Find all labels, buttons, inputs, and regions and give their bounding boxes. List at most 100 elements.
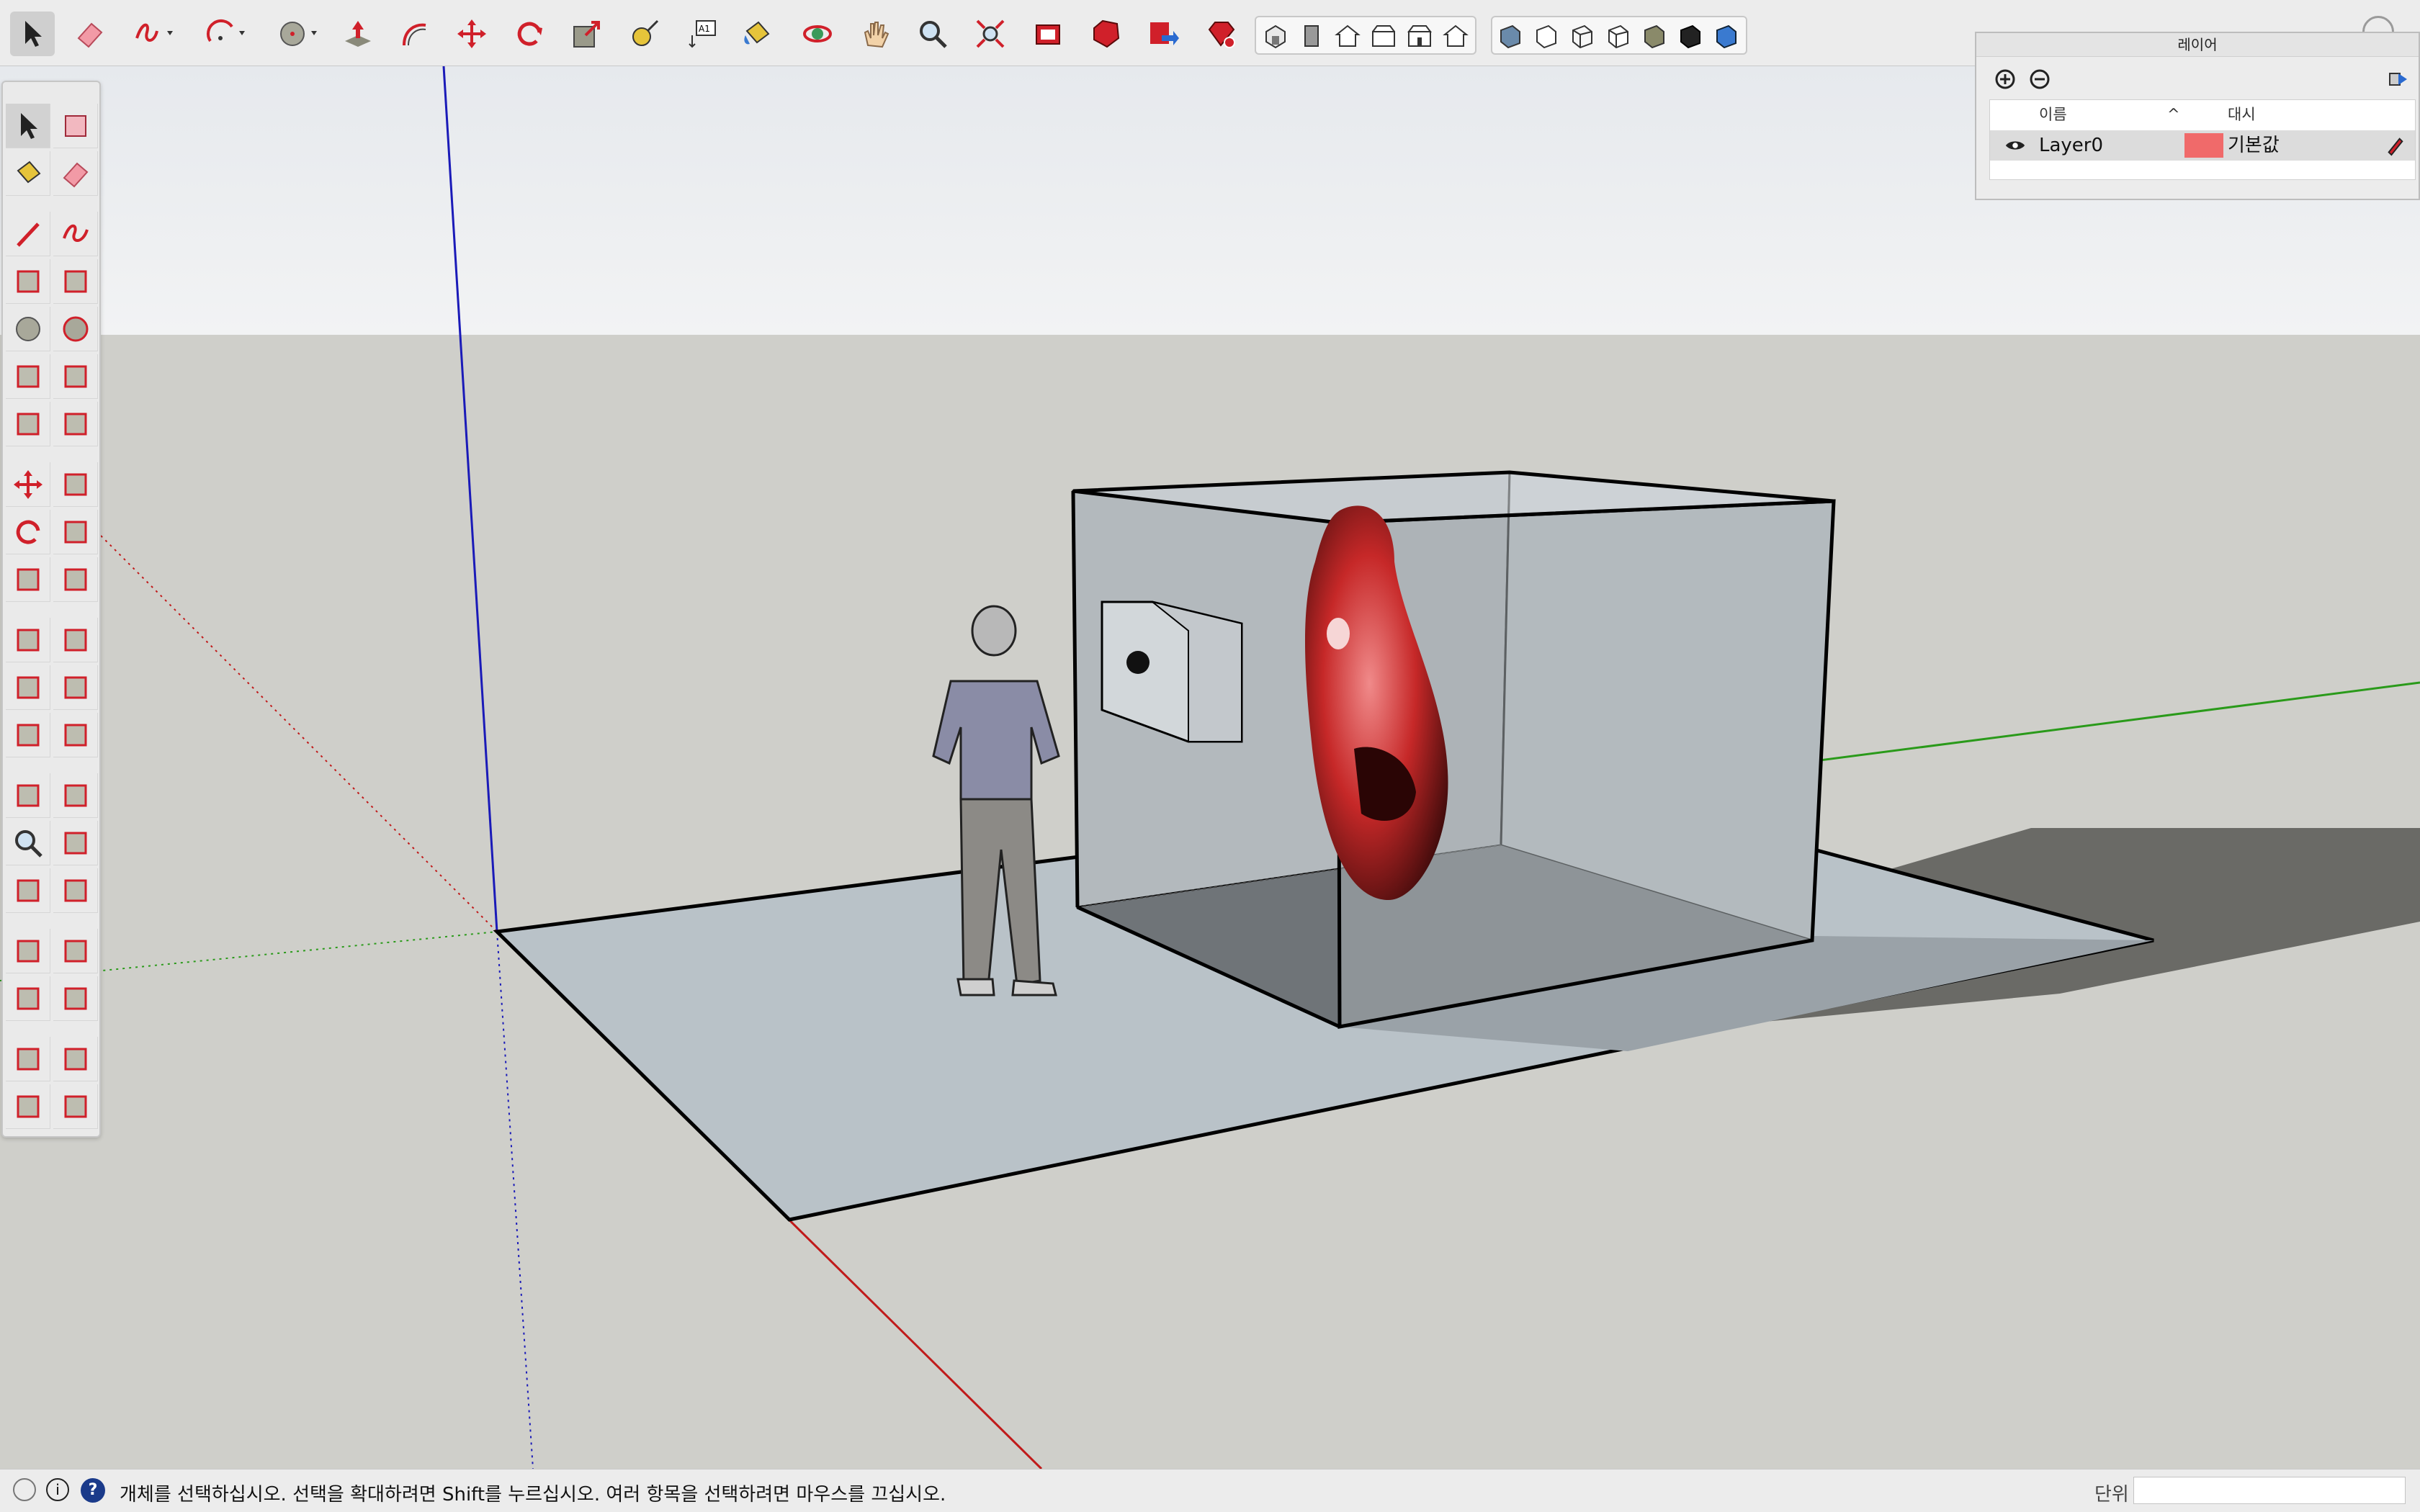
tape-measure-tool-button[interactable] bbox=[622, 12, 667, 56]
three-point-arc-tool-button[interactable] bbox=[6, 402, 50, 446]
make-component-tool-button[interactable] bbox=[53, 104, 98, 148]
zoom-tool-button[interactable] bbox=[910, 12, 955, 56]
dimension-tool-button[interactable] bbox=[53, 618, 98, 662]
scale-tool-button[interactable] bbox=[6, 557, 50, 602]
pan-tool-button[interactable] bbox=[853, 12, 897, 56]
line-icon bbox=[16, 222, 40, 247]
credits-icon[interactable]: i bbox=[46, 1478, 69, 1501]
circle-tool-button[interactable] bbox=[269, 12, 330, 56]
position-camera-tool-button[interactable] bbox=[6, 929, 50, 973]
look-around-tool-button[interactable] bbox=[6, 976, 50, 1021]
section-plane-tool-button[interactable] bbox=[53, 976, 98, 1021]
offset-tool-button[interactable] bbox=[53, 557, 98, 602]
circle-icon bbox=[15, 316, 40, 341]
select-tool-button[interactable] bbox=[10, 12, 55, 56]
arc-tool-button[interactable] bbox=[6, 354, 50, 399]
geo-location-icon[interactable] bbox=[13, 1478, 36, 1501]
warehouse-tool-button[interactable] bbox=[6, 1037, 50, 1081]
layer-row[interactable]: Layer0 기본값 bbox=[1990, 130, 2415, 161]
extension-manager-button[interactable] bbox=[1198, 12, 1243, 56]
style-xray-button[interactable] bbox=[1497, 22, 1524, 49]
zoom-extents-tool-button[interactable] bbox=[968, 12, 1013, 56]
zoom-extents-tool-button[interactable] bbox=[6, 868, 50, 913]
previous-view-tool-button[interactable] bbox=[53, 868, 98, 913]
layers-panel-title: 레이어 bbox=[1976, 33, 2419, 57]
freehand-tool-button[interactable] bbox=[53, 212, 98, 256]
eye-visibility-icon[interactable] bbox=[2004, 130, 2033, 161]
layer-color-swatch[interactable] bbox=[2184, 133, 2223, 158]
polygon-tool-button[interactable] bbox=[53, 307, 98, 351]
arc-tool-button[interactable] bbox=[197, 12, 258, 56]
move-tool-button[interactable] bbox=[449, 12, 494, 56]
layer-dash[interactable]: 기본값 bbox=[2228, 130, 2280, 161]
eraser-tool-button[interactable] bbox=[68, 12, 112, 56]
layer-details-button[interactable] bbox=[2384, 65, 2413, 94]
protractor-tool-button[interactable] bbox=[6, 665, 50, 710]
zoom-tool-button[interactable] bbox=[6, 821, 50, 865]
style-wireframe-button[interactable] bbox=[1569, 22, 1596, 49]
view-iso-button[interactable] bbox=[1262, 22, 1289, 49]
freehand-tool-button[interactable] bbox=[125, 12, 186, 56]
select-tool-button[interactable] bbox=[6, 104, 50, 148]
pan-tool-button[interactable] bbox=[53, 773, 98, 818]
style-shaded-button[interactable] bbox=[1641, 22, 1668, 49]
offset-tool-button[interactable] bbox=[392, 12, 436, 56]
text-tool-button[interactable] bbox=[53, 665, 98, 710]
pie-tool-button[interactable] bbox=[53, 402, 98, 446]
paint-bucket-tool-button[interactable] bbox=[735, 12, 779, 56]
rotate-icon bbox=[517, 22, 542, 46]
extension-manager-tool-button[interactable] bbox=[53, 1084, 98, 1129]
layer-name[interactable]: Layer0 bbox=[2039, 130, 2103, 161]
send-to-layout-button[interactable] bbox=[1141, 12, 1186, 56]
freehand-icon bbox=[62, 224, 89, 242]
axes-tool-button[interactable] bbox=[6, 713, 50, 757]
view-back-button[interactable] bbox=[1406, 22, 1433, 49]
view-right-button[interactable] bbox=[1370, 22, 1397, 49]
style-back-edges-button[interactable] bbox=[1533, 22, 1560, 49]
walk-tool-button[interactable] bbox=[53, 929, 98, 973]
move-tool-button[interactable] bbox=[6, 462, 50, 507]
pencil-edit-icon[interactable] bbox=[2385, 130, 2409, 161]
paint-bucket-tool-button[interactable] bbox=[6, 151, 50, 196]
extension-warehouse-tool-button[interactable] bbox=[53, 1037, 98, 1081]
zoom-extents-icon bbox=[976, 19, 1005, 48]
rectangle-tool-button[interactable] bbox=[6, 259, 50, 304]
help-icon[interactable]: ? bbox=[81, 1478, 105, 1503]
style-monochrome-button[interactable] bbox=[1713, 22, 1740, 49]
view-top-button[interactable] bbox=[1298, 22, 1325, 49]
push-pull-tool-button[interactable] bbox=[53, 462, 98, 507]
monochrome-style-icon bbox=[1716, 24, 1736, 49]
scale-tool-button[interactable] bbox=[565, 12, 609, 56]
column-name-header[interactable]: 이름 bbox=[2039, 100, 2067, 129]
model-viewport[interactable] bbox=[0, 66, 2420, 1469]
style-hidden-line-button[interactable] bbox=[1605, 22, 1632, 49]
two-point-arc-tool-button[interactable] bbox=[53, 354, 98, 399]
remove-layer-button[interactable] bbox=[2025, 65, 2054, 94]
view-front-button[interactable] bbox=[1334, 22, 1361, 49]
extension-gem-icon bbox=[1093, 19, 1120, 48]
orbit-tool-button[interactable] bbox=[6, 773, 50, 818]
rotated-rectangle-tool-button[interactable] bbox=[53, 259, 98, 304]
add-layer-button[interactable] bbox=[1991, 65, 2020, 94]
rotate-tool-button[interactable] bbox=[6, 510, 50, 554]
follow-me-tool-button[interactable] bbox=[53, 510, 98, 554]
pan-icon bbox=[64, 784, 86, 806]
3d-warehouse-button[interactable] bbox=[1026, 12, 1070, 56]
zoom-window-tool-button[interactable] bbox=[53, 821, 98, 865]
text-tool-button[interactable]: A1 bbox=[680, 12, 725, 56]
orbit-tool-button[interactable] bbox=[795, 12, 840, 56]
style-shaded-textures-button[interactable] bbox=[1677, 22, 1704, 49]
column-dash-header[interactable]: 대시 bbox=[2228, 100, 2256, 129]
eraser-tool-button[interactable] bbox=[53, 151, 98, 196]
position-camera-icon bbox=[17, 940, 39, 962]
line-tool-button[interactable] bbox=[6, 212, 50, 256]
extension-warehouse-button[interactable] bbox=[1083, 12, 1128, 56]
view-left-button[interactable] bbox=[1442, 22, 1469, 49]
measurements-input[interactable] bbox=[2133, 1477, 2406, 1504]
push-pull-tool-button[interactable] bbox=[336, 12, 380, 56]
3d-text-tool-button[interactable] bbox=[53, 713, 98, 757]
tape-measure-tool-button[interactable] bbox=[6, 618, 50, 662]
circle-tool-button[interactable] bbox=[6, 307, 50, 351]
send-to-layout-tool-button[interactable] bbox=[6, 1084, 50, 1129]
rotate-tool-button[interactable] bbox=[507, 12, 552, 56]
